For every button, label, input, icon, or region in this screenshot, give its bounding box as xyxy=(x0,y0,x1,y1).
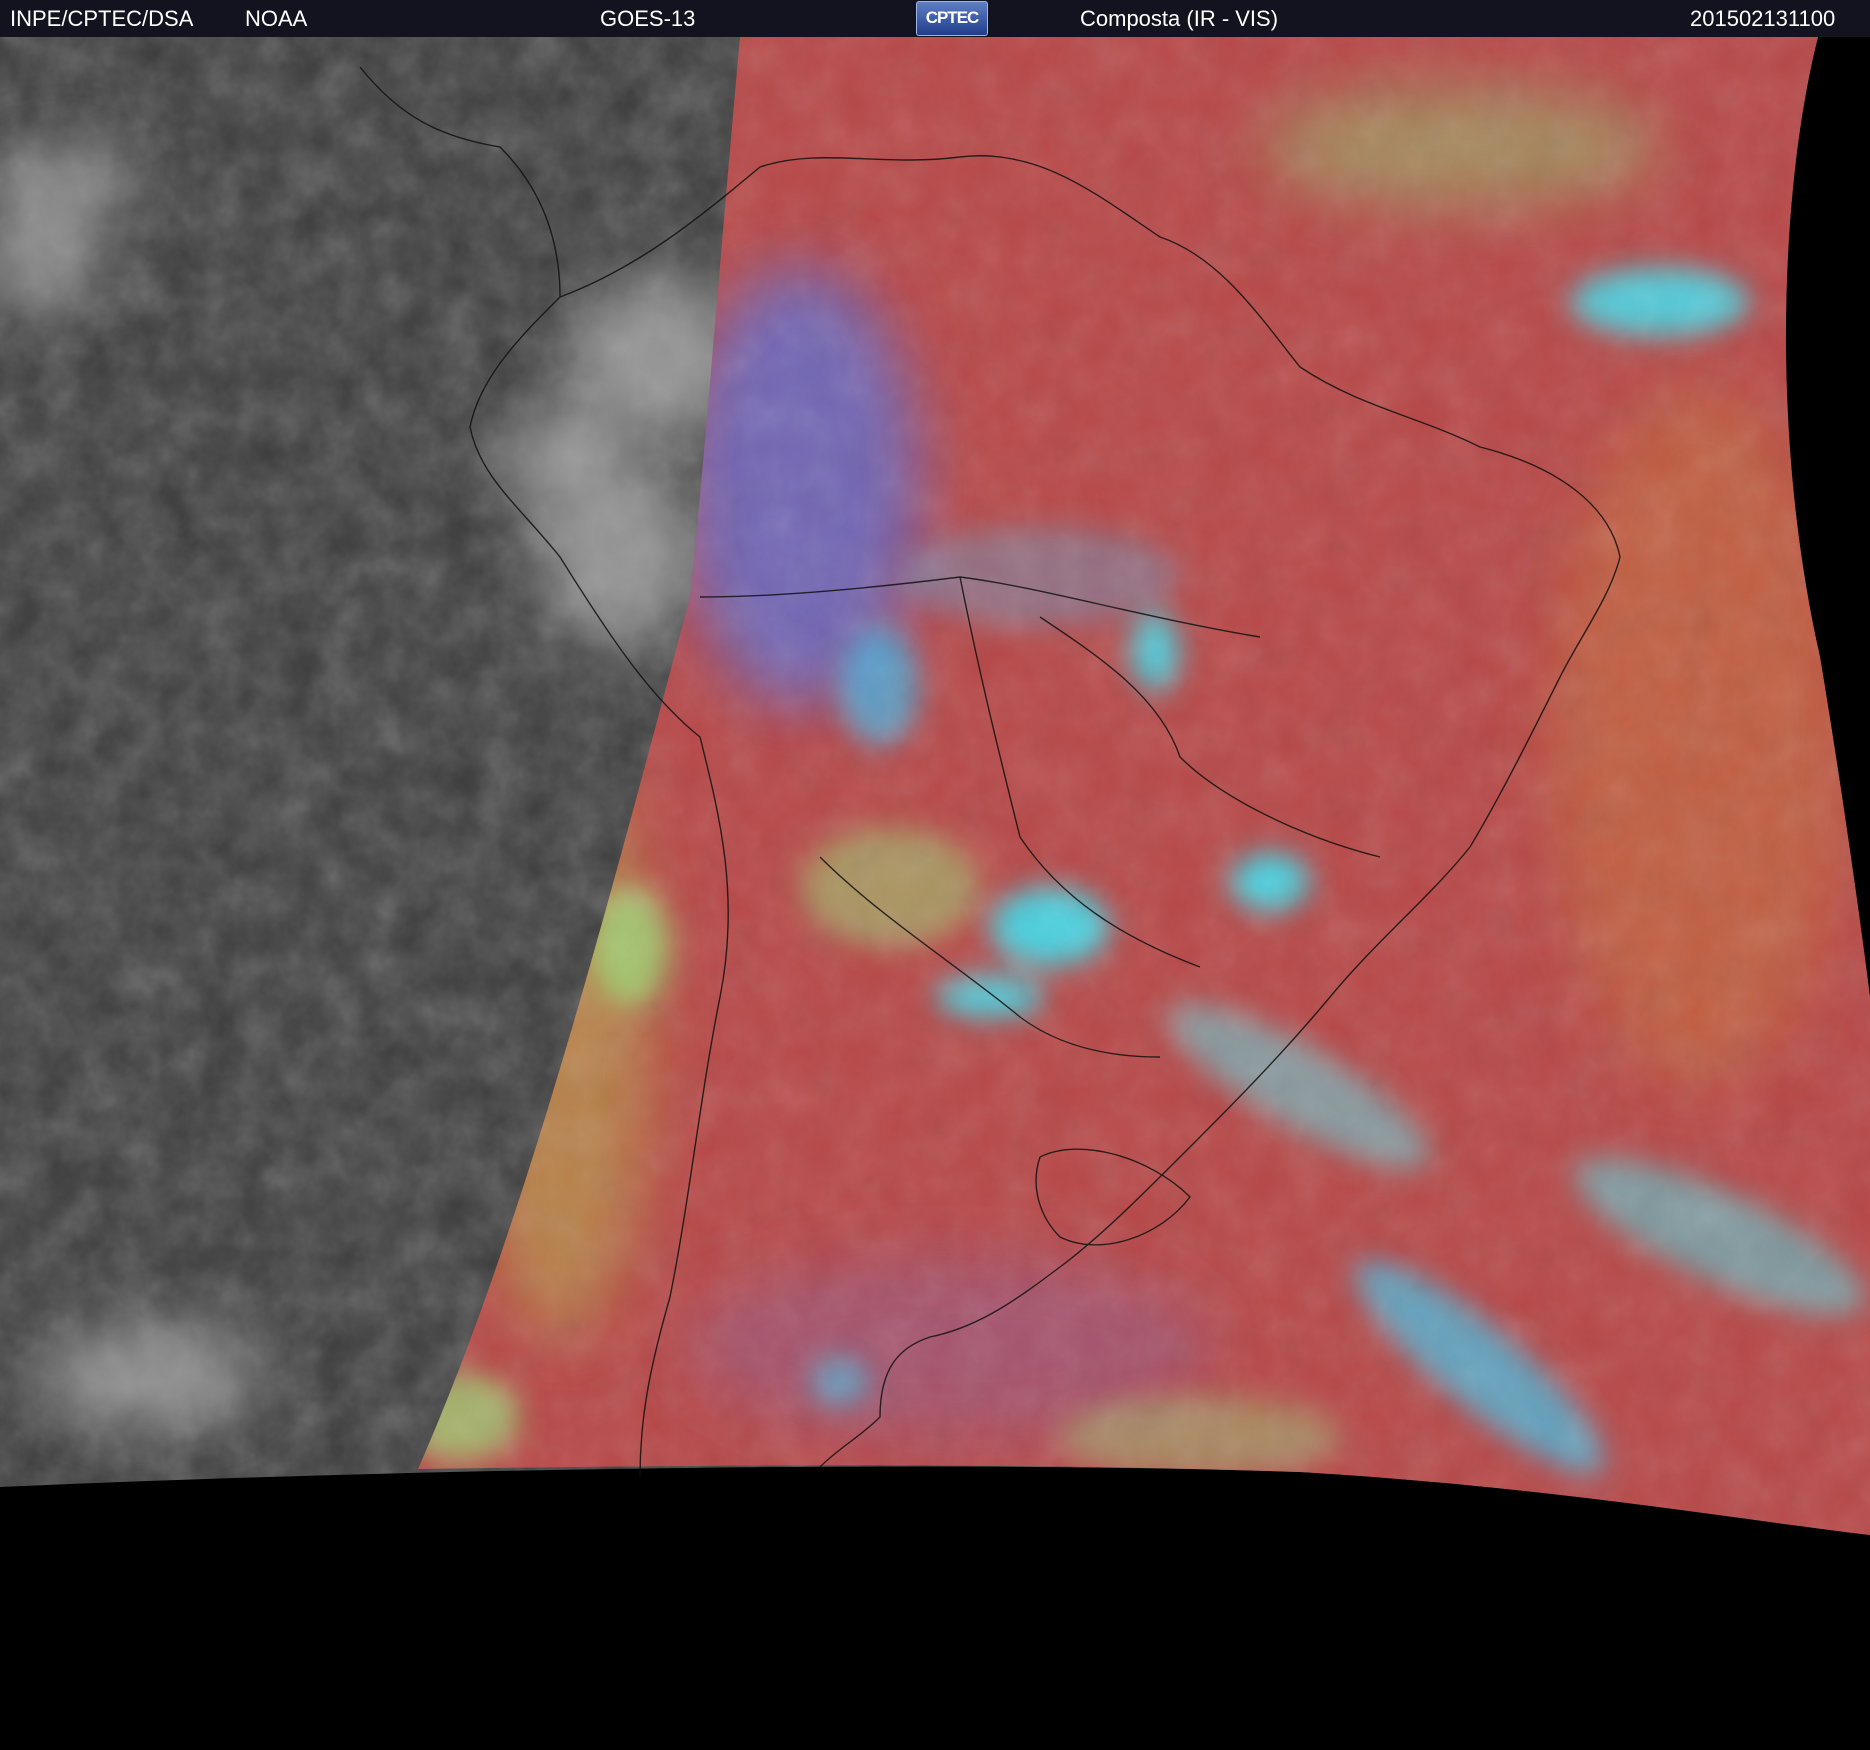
cptec-logo: CPTEC xyxy=(916,1,988,36)
satellite-composite-image xyxy=(0,37,1870,1750)
satellite-label: GOES-13 xyxy=(600,6,696,31)
product-label: Composta (IR - VIS) xyxy=(1080,6,1279,31)
image-header-bar: INPE/CPTEC/DSA NOAA GOES-13 CPTEC Compos… xyxy=(0,0,1870,37)
timestamp-label: 201502131100 xyxy=(1690,6,1836,31)
partner-label: NOAA xyxy=(245,6,308,31)
agency-label: INPE/CPTEC/DSA xyxy=(10,6,194,31)
